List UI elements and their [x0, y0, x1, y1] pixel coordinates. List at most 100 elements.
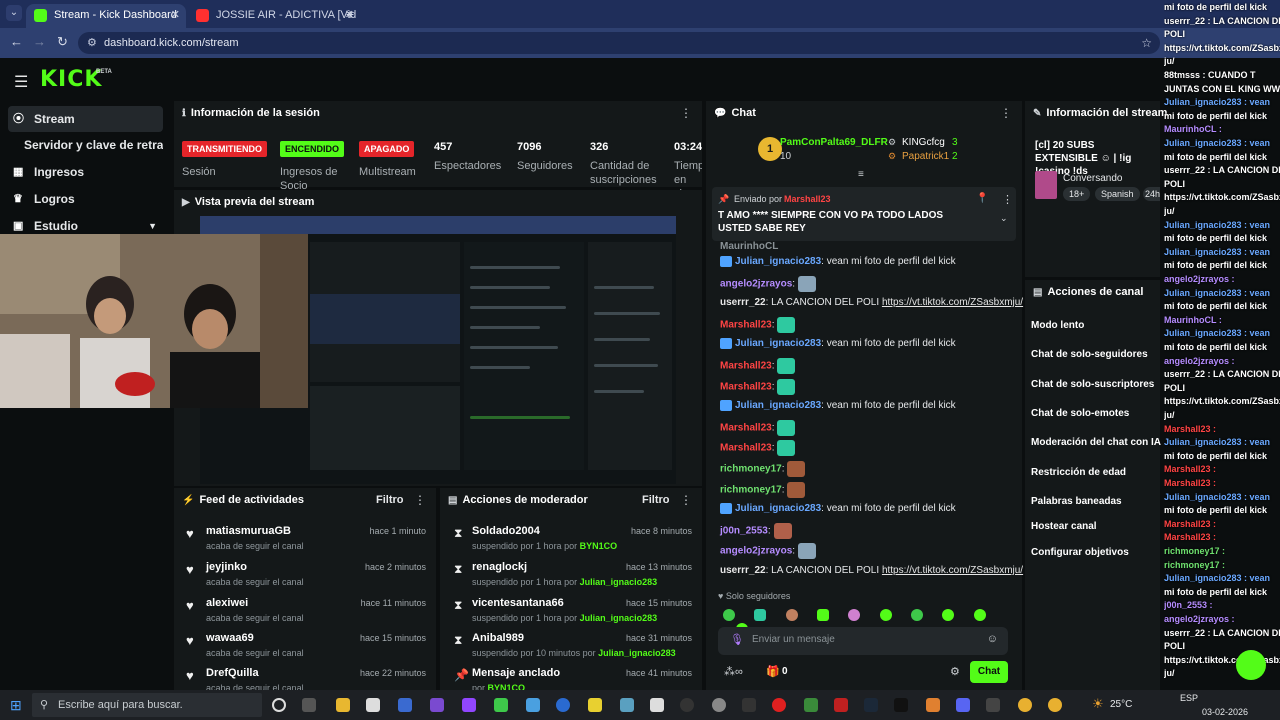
app-icon[interactable] — [430, 698, 444, 712]
emote-icon[interactable] — [754, 608, 767, 621]
more-options-icon[interactable]: ⋮ — [1000, 106, 1012, 120]
new-tab-icon[interactable]: + — [346, 6, 354, 22]
chat-username[interactable]: angelo2jzrayos — [720, 278, 792, 289]
discord-icon[interactable] — [956, 698, 970, 712]
chat-link[interactable]: https://vt.tiktok.com/ZSasbxmju/ — [882, 297, 1023, 308]
action-host-channel[interactable]: Hostear canal — [1031, 521, 1097, 532]
chat-username[interactable]: Marshall23 — [720, 422, 772, 433]
action-slow-mode[interactable]: Modo lento — [1031, 320, 1084, 331]
date-display[interactable]: 03-02-2026 — [1202, 707, 1248, 717]
app-icon[interactable] — [986, 698, 1000, 712]
sticky-notes-icon[interactable] — [588, 698, 602, 712]
taskbar-search[interactable]: ⚲ Escribe aquí para buscar. — [32, 693, 262, 717]
chat-username[interactable]: Marshall23 — [720, 361, 772, 372]
username[interactable]: jeyjinko — [206, 561, 247, 573]
language-indicator[interactable]: ESP — [1180, 693, 1198, 703]
chat-username[interactable]: richmoney17 — [720, 464, 782, 475]
app-icon[interactable] — [742, 698, 756, 712]
app-icon[interactable] — [620, 698, 634, 712]
tab-kick-dashboard[interactable]: Stream - Kick Dashboard ✕ — [26, 4, 186, 28]
emote-icon[interactable] — [973, 608, 986, 621]
app-icon[interactable] — [926, 698, 940, 712]
app-icon[interactable] — [494, 698, 508, 712]
cortana-icon[interactable] — [272, 698, 286, 712]
app-icon[interactable] — [526, 698, 540, 712]
bookmark-star-icon[interactable]: ☆ — [1141, 32, 1152, 54]
back-icon[interactable]: ← — [10, 34, 23, 49]
action-banned-words[interactable]: Palabras baneadas — [1031, 496, 1122, 507]
steam-icon[interactable] — [864, 698, 878, 712]
chat-username[interactable]: richmoney17 — [720, 484, 782, 495]
chat-username[interactable]: Julian_ignacio283 — [735, 256, 821, 267]
chat-username[interactable]: userrr_22 — [720, 565, 766, 576]
opera-icon[interactable] — [772, 698, 786, 712]
emote-icon[interactable] — [911, 608, 924, 621]
top-gifter-name[interactable]: PamConPalta69_DLFR — [780, 137, 888, 148]
sidebar-item-server-key[interactable]: Servidor y clave de retransmisión — [8, 132, 163, 158]
chat-username[interactable]: Julian_ignacio283 — [735, 503, 821, 514]
category-name[interactable]: Conversando — [1063, 173, 1122, 184]
app-icon[interactable] — [398, 698, 412, 712]
chrome-icon[interactable] — [1048, 698, 1062, 712]
forward-icon[interactable]: → — [33, 34, 46, 49]
zoom-icon[interactable] — [556, 698, 570, 712]
username[interactable]: Soldado2004 — [472, 525, 540, 537]
username[interactable]: alexiwei — [206, 597, 248, 609]
username[interactable]: Anibal989 — [472, 632, 524, 644]
chat-input[interactable]: 🎙 Enviar un mensaje ☺ — [718, 627, 1008, 655]
floating-chat-button[interactable] — [1236, 650, 1266, 680]
emote-icon[interactable] — [942, 608, 955, 621]
send-chat-button[interactable]: Chat — [970, 661, 1008, 683]
chat-username[interactable]: Marshall23 — [720, 319, 772, 330]
app-icon[interactable] — [834, 698, 848, 712]
chat-username[interactable]: Julian_ignacio283 — [735, 400, 821, 411]
action-age-restriction[interactable]: Restricción de edad — [1031, 467, 1126, 478]
chat-username[interactable]: userrr_22 — [720, 297, 766, 308]
chat-link[interactable]: https://vt.tiktok.com/ZSasbxmju/ — [882, 565, 1023, 576]
username[interactable]: matiasmuruaGB — [206, 525, 291, 537]
kick-logo[interactable]: KICK — [40, 67, 102, 92]
capcut-icon[interactable] — [650, 698, 664, 712]
username[interactable]: vicentesantana66 — [472, 597, 564, 609]
more-options-icon[interactable]: ⋮ — [1002, 193, 1013, 206]
emote-icon[interactable] — [848, 608, 861, 621]
chat-username[interactable]: angelo2jzrayos — [720, 546, 792, 557]
sidebar-item-logros[interactable]: ♛ Logros — [8, 186, 163, 212]
chat-username[interactable]: Julian_ignacio283 — [735, 338, 821, 349]
unpin-icon[interactable]: 📍 — [976, 193, 988, 204]
site-info-icon[interactable]: ⚙ — [87, 32, 97, 54]
close-tab-icon[interactable]: ✕ — [171, 4, 180, 26]
emoji-icon[interactable]: ☺ — [987, 633, 998, 645]
more-options-icon[interactable]: ⋮ — [414, 493, 426, 507]
username[interactable]: DrefQuilla — [206, 667, 259, 679]
app-icon[interactable] — [680, 698, 694, 712]
more-options-icon[interactable]: ⋮ — [680, 106, 692, 120]
emote-icon[interactable] — [879, 608, 892, 621]
reload-icon[interactable]: ↻ — [57, 34, 68, 50]
action-subs-only[interactable]: Chat de solo-suscriptores — [1031, 379, 1154, 390]
chat-username[interactable]: j00n_2553 — [720, 525, 768, 536]
settings-gear-icon[interactable]: ⚙ — [950, 665, 960, 678]
chat-username[interactable]: Marshall23 — [720, 381, 772, 392]
url-bar[interactable]: ⚙ dashboard.kick.com/stream ☆ — [78, 32, 1160, 54]
chrome-icon[interactable] — [1018, 698, 1032, 712]
notepad-icon[interactable] — [366, 698, 380, 712]
emote-icon[interactable] — [723, 608, 735, 621]
gifter-name[interactable]: Papatrick1 — [902, 151, 949, 162]
tiktok-icon[interactable] — [894, 698, 908, 712]
emote-icon[interactable] — [785, 608, 798, 621]
username[interactable]: wawaa69 — [206, 632, 254, 644]
chevron-down-icon[interactable]: ⌄ — [1000, 213, 1008, 224]
filter-button[interactable]: Filtro — [642, 494, 670, 506]
action-followers-only[interactable]: Chat de solo-seguidores — [1031, 349, 1148, 360]
tab-youtube-video[interactable]: JOSSIE AIR - ADICTIVA [Vid ✕ — [188, 4, 360, 28]
sidebar-item-ingresos[interactable]: ▦ Ingresos — [8, 159, 163, 185]
action-ai-moderation[interactable]: Moderación del chat con IA — [1031, 437, 1161, 448]
windows-start-icon[interactable]: ⊞ — [10, 697, 22, 714]
username[interactable]: renaglockj — [472, 561, 527, 573]
points-icon[interactable]: ⁂∞ — [724, 665, 743, 678]
settings-icon[interactable] — [712, 698, 726, 712]
more-options-icon[interactable]: ⋮ — [680, 493, 692, 507]
file-explorer-icon[interactable] — [336, 698, 350, 712]
task-view-icon[interactable] — [302, 698, 316, 712]
